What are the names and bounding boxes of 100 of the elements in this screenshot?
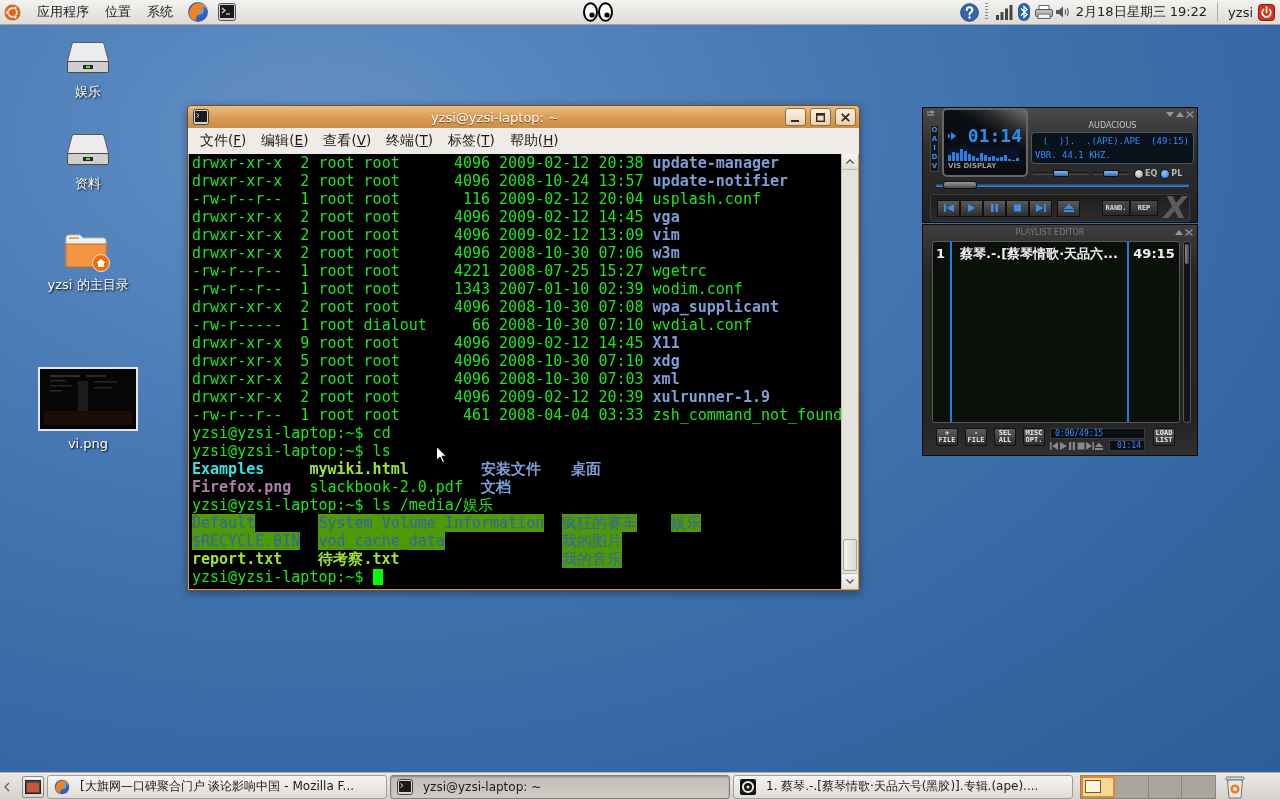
track-number[interactable]: 1 [933, 245, 950, 262]
next-button[interactable] [1029, 199, 1052, 217]
icon-label[interactable]: 资料 [75, 176, 101, 192]
globe-icon[interactable] [187, 1, 209, 23]
slider-thumb[interactable] [1053, 170, 1069, 177]
terminal-icon[interactable] [193, 109, 209, 125]
workspace-cell[interactable] [1081, 775, 1115, 798]
maximize-button[interactable] [810, 108, 831, 126]
terminal-line: drwxr-xr-x 5 root root 4096 2008-10-30 07:10 xdg [192, 352, 680, 370]
next-icon [1035, 204, 1046, 212]
menu-item[interactable]: 查看(V) [316, 132, 379, 150]
workspace-cell[interactable] [1114, 775, 1149, 798]
panel-menu[interactable]: 系统 [141, 1, 179, 23]
menu-arrow-icon[interactable] [1166, 111, 1174, 118]
balance-slider[interactable] [1093, 172, 1129, 175]
previous-icon [943, 204, 954, 212]
terminal-line: -rw-r--r-- 1 root root 4221 2008-07-25 15:27 wgetrc [192, 262, 707, 280]
mini-eject-icon[interactable] [1095, 441, 1103, 450]
signal-bars-icon[interactable] [994, 4, 1013, 20]
disc-icon [740, 778, 756, 795]
file-name: Examples [192, 460, 265, 478]
logo-icon[interactable] [4, 3, 21, 21]
text-cursor-icon [372, 569, 383, 585]
toggle-button[interactable]: PL [1160, 168, 1183, 179]
scrollbar-thumb[interactable] [843, 539, 857, 571]
menu-icon[interactable] [926, 110, 936, 118]
file-name: System Volume Information [318, 514, 545, 532]
menu-item[interactable]: 编辑(E) [254, 132, 316, 150]
taskbar-button[interactable]: [大旗网—口碑聚合门户 谈论影响中国 - Mozilla F... [47, 774, 387, 799]
file-name: 安装文件 [480, 460, 541, 478]
stop-button[interactable] [1006, 199, 1029, 217]
spectrum-analyzer-drawing[interactable] [948, 147, 1020, 161]
workspace-cell[interactable] [1148, 775, 1183, 798]
shade-icon[interactable] [1175, 229, 1183, 236]
playlist-scrollbar[interactable] [1183, 241, 1191, 423]
shade-icon[interactable] [1176, 111, 1184, 118]
close-icon[interactable] [1186, 111, 1194, 118]
mini-pause-icon[interactable] [1068, 441, 1076, 450]
printer-icon[interactable] [1034, 5, 1053, 19]
taskbar-button[interactable]: 1. 蔡琴.-.[蔡琴情歌·天品六号(黑胶)].专辑.(ape).... [733, 774, 1073, 799]
minimize-button[interactable] [785, 108, 806, 126]
track-length[interactable]: 49:15 [1133, 245, 1175, 262]
play-button[interactable] [960, 199, 983, 217]
panel-menu[interactable]: 应用程序 [31, 1, 95, 23]
minimize-icon [791, 120, 800, 122]
mini-previous-icon[interactable] [1050, 441, 1058, 450]
menu-item[interactable]: 终端(T) [379, 132, 441, 150]
screenshot-thumbnail[interactable] [38, 367, 138, 431]
terminal-line: -rw-r----- 1 root dialout 66 2008-10-30 07:10 wvdial.conf [192, 316, 752, 334]
previous-button[interactable] [937, 199, 960, 217]
mini-next-icon[interactable] [1086, 441, 1094, 450]
mini-play-icon[interactable] [1059, 441, 1067, 450]
eyes-icon[interactable] [582, 2, 613, 22]
menu-item[interactable]: 帮助(H) [502, 132, 566, 150]
power-icon[interactable] [1258, 3, 1275, 21]
bluetooth-icon[interactable] [1017, 3, 1030, 21]
eject-button[interactable] [1057, 199, 1080, 217]
playlist-time-display: 0:00/49:15 [1050, 428, 1145, 439]
panel-clock[interactable]: 2月18日星期三 19:22 [1075, 3, 1208, 21]
elapsed-time[interactable]: 01:14 [967, 127, 1022, 145]
pause-button[interactable] [983, 199, 1006, 217]
terminal-line: yzsi@yzsi-laptop:~$ ls /media/娱乐 [192, 496, 493, 514]
show-desktop-button[interactable] [22, 775, 44, 798]
drive-icon[interactable] [67, 42, 109, 73]
workspace-cell[interactable] [1182, 775, 1215, 798]
terminal-line: drwxr-xr-x 2 root root 4096 2008-10-30 07:08 wpa_supplicant [192, 298, 779, 316]
scrollbar-thumb[interactable] [1185, 244, 1189, 264]
help-icon[interactable] [959, 2, 979, 22]
menu-item[interactable]: 文件(F) [193, 132, 254, 150]
file-name: 桌面 [571, 460, 602, 478]
home-folder-icon[interactable] [65, 232, 111, 272]
file-name: Firefox.png [192, 478, 292, 496]
song-title-scroll: ( )]. .(APE).APE (49:15) [1041, 135, 1189, 147]
globe-icon [54, 778, 70, 795]
icon-label[interactable]: vi.png [67, 436, 109, 452]
scrollbar[interactable] [841, 154, 858, 589]
seek-thumb[interactable] [942, 181, 977, 189]
trash-icon[interactable] [1225, 774, 1245, 799]
panel-menu[interactable]: 位置 [99, 1, 137, 23]
terminal-line: drwxr-xr-x 2 root root 4096 2009-02-12 14:45 vga [192, 208, 680, 226]
slider-thumb[interactable] [1103, 170, 1119, 177]
terminal-icon[interactable] [218, 3, 236, 21]
terminal-icon [397, 778, 413, 795]
mini-stop-icon[interactable] [1077, 441, 1085, 450]
icon-label[interactable]: yzsi 的主目录 [47, 277, 129, 293]
icon-label[interactable]: 娱乐 [75, 84, 101, 100]
close-icon[interactable] [1185, 229, 1193, 236]
taskbar-button[interactable]: yzsi@yzsi-laptop: ~ [390, 774, 730, 799]
user-name[interactable]: yzsi [1228, 4, 1253, 20]
file-name: slackbook-2.0.pdf [309, 478, 463, 496]
track-title[interactable]: 蔡琴.-.[蔡琴情歌·天品六... [960, 245, 1127, 262]
drive-icon[interactable] [67, 134, 109, 165]
pause-icon [991, 204, 998, 212]
mouse-pointer-icon [436, 446, 447, 463]
toggle-button[interactable]: EQ [1134, 168, 1158, 179]
close-button[interactable] [835, 108, 856, 126]
file-name: vod_cache_data [318, 532, 445, 550]
volume-icon[interactable] [1054, 5, 1071, 19]
drag-handle-icon[interactable] [984, 3, 988, 21]
menu-item[interactable]: 标签(T) [441, 132, 502, 150]
